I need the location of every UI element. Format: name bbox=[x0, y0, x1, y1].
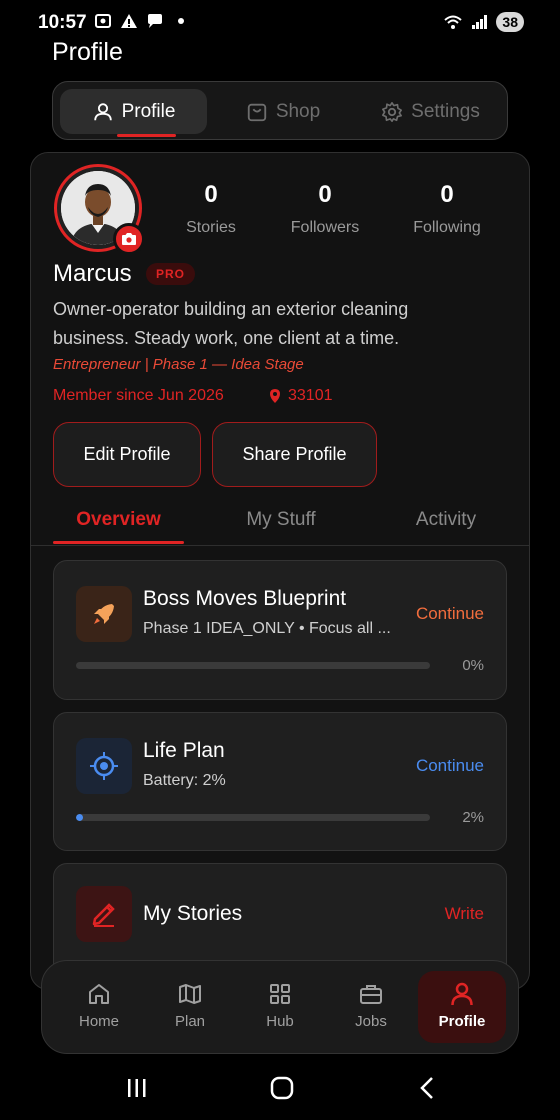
profile-name: Marcus bbox=[53, 260, 132, 287]
stat-value: 0 bbox=[318, 181, 332, 208]
tab-profile[interactable]: Profile bbox=[60, 89, 207, 137]
progress-label: 2% bbox=[462, 809, 484, 826]
location-text: 33101 bbox=[288, 387, 333, 404]
tab-shop[interactable]: Shop bbox=[223, 89, 343, 134]
stat-following[interactable]: 0 Following bbox=[406, 181, 488, 237]
signal-icon bbox=[472, 15, 488, 29]
screenshot-icon bbox=[95, 14, 111, 28]
stat-followers[interactable]: 0 Followers bbox=[284, 181, 366, 237]
tab-settings[interactable]: Settings bbox=[368, 89, 493, 134]
grid-icon bbox=[270, 984, 290, 1004]
progress-bar bbox=[76, 662, 430, 669]
warning-icon bbox=[121, 14, 137, 28]
nav-label: Profile bbox=[438, 1013, 486, 1030]
progress-bar bbox=[76, 814, 430, 821]
nav-hub[interactable]: Hub bbox=[236, 971, 324, 1043]
bottom-nav: Home Plan Hub Jobs Profile bbox=[41, 960, 519, 1054]
item-icon-box bbox=[76, 586, 132, 642]
stat-label: Stories bbox=[186, 219, 236, 236]
tab-overview[interactable]: Overview bbox=[53, 509, 184, 531]
location-pin-icon bbox=[270, 389, 280, 403]
rocket-icon bbox=[94, 604, 114, 624]
person-icon bbox=[451, 982, 473, 1006]
status-icons bbox=[94, 12, 190, 30]
camera-icon bbox=[122, 233, 136, 245]
tab-label: Profile bbox=[121, 100, 176, 122]
profile-tagline: Entrepreneur | Phase 1 — Idea Stage bbox=[53, 356, 304, 373]
home-icon bbox=[89, 984, 109, 1004]
stat-label: Following bbox=[413, 219, 481, 236]
briefcase-icon bbox=[360, 985, 382, 1004]
nav-home[interactable]: Home bbox=[55, 971, 143, 1043]
section-tabs: Overview My Stuff Activity bbox=[31, 493, 529, 546]
chat-icon bbox=[148, 14, 162, 28]
edit-profile-button[interactable]: Edit Profile bbox=[53, 422, 201, 487]
status-time: 10:57 bbox=[38, 12, 87, 33]
progress-label: 0% bbox=[462, 657, 484, 674]
nav-label: Plan bbox=[174, 1013, 206, 1030]
home-button-icon[interactable] bbox=[268, 1074, 296, 1102]
item-subtitle: Battery: 2% bbox=[143, 772, 226, 789]
item-title: Life Plan bbox=[143, 739, 225, 762]
tab-my-stuff[interactable]: My Stuff bbox=[221, 509, 341, 531]
page-title: Profile bbox=[52, 38, 123, 66]
recent-apps-icon[interactable] bbox=[123, 1074, 151, 1102]
nav-profile[interactable]: Profile bbox=[418, 971, 506, 1043]
location: 33101 bbox=[268, 387, 333, 405]
stat-value: 0 bbox=[204, 181, 218, 208]
battery-indicator: 38 bbox=[496, 12, 524, 32]
bag-icon bbox=[247, 103, 266, 121]
wifi-icon bbox=[444, 15, 463, 29]
stat-value: 0 bbox=[440, 181, 454, 208]
profile-bio: Owner-operator building an exterior clea… bbox=[53, 299, 409, 348]
write-button[interactable]: Write bbox=[445, 904, 484, 924]
item-subtitle: Phase 1 IDEA_ONLY • Focus all ... bbox=[143, 620, 391, 637]
nav-jobs[interactable]: Jobs bbox=[327, 971, 415, 1043]
continue-button[interactable]: Continue bbox=[416, 604, 484, 624]
stat-label: Followers bbox=[290, 219, 360, 236]
person-icon bbox=[93, 102, 112, 120]
nav-label: Hub bbox=[266, 1013, 294, 1030]
stat-stories[interactable]: 0 Stories bbox=[179, 181, 243, 237]
system-nav-bar bbox=[0, 1055, 560, 1120]
item-icon-box bbox=[76, 886, 132, 942]
member-since: Member since Jun 2026 bbox=[53, 387, 224, 404]
dot-icon bbox=[178, 18, 184, 24]
progress-fill bbox=[76, 814, 84, 821]
nav-label: Jobs bbox=[355, 1013, 387, 1030]
nav-plan[interactable]: Plan bbox=[146, 971, 234, 1043]
target-icon bbox=[90, 752, 118, 780]
list-item-life-plan[interactable]: Life Plan Battery: 2% Continue 2% bbox=[53, 712, 507, 851]
top-tabs: Profile Shop Settings bbox=[52, 81, 508, 140]
item-title: Boss Moves Blueprint bbox=[143, 587, 347, 610]
profile-card: 0 Stories 0 Followers 0 Following Marcus… bbox=[30, 152, 530, 990]
change-photo-button[interactable] bbox=[113, 223, 145, 255]
continue-button[interactable]: Continue bbox=[416, 756, 484, 776]
active-tab-indicator bbox=[53, 541, 184, 544]
status-right: 38 bbox=[444, 12, 524, 32]
list-item-boss-moves[interactable]: Boss Moves Blueprint Phase 1 IDEA_ONLY •… bbox=[53, 560, 507, 700]
item-title: My Stories bbox=[143, 902, 243, 925]
item-icon-box bbox=[76, 738, 132, 794]
avatar[interactable] bbox=[54, 164, 145, 255]
tab-label: Shop bbox=[275, 100, 321, 122]
share-profile-button[interactable]: Share Profile bbox=[212, 422, 377, 487]
map-icon bbox=[179, 984, 201, 1004]
pro-badge: PRO bbox=[146, 263, 196, 285]
gear-icon bbox=[382, 101, 403, 122]
back-icon[interactable] bbox=[414, 1074, 442, 1102]
pencil-icon bbox=[92, 903, 115, 927]
nav-label: Home bbox=[78, 1013, 119, 1030]
tab-label: Settings bbox=[411, 100, 480, 122]
tab-activity[interactable]: Activity bbox=[391, 509, 501, 531]
